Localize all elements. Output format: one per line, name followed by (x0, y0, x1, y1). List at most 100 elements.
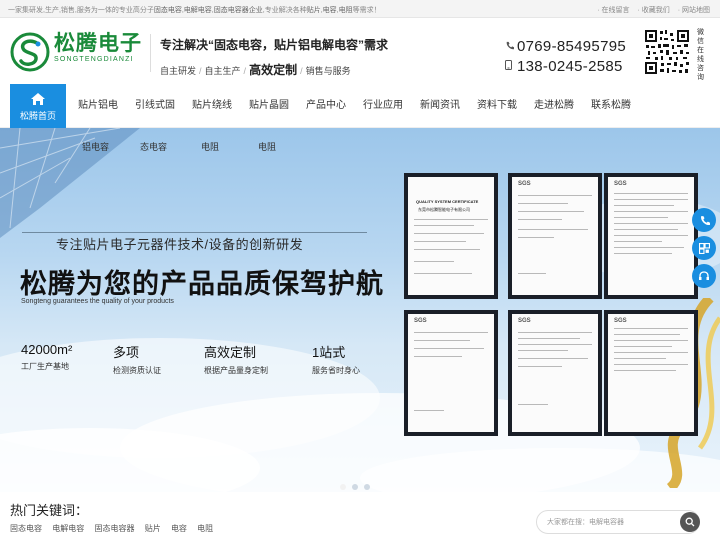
header-divider (150, 34, 151, 72)
subnav-item[interactable]: 电阻 (258, 140, 276, 153)
intro-keyword-link[interactable]: 电解电容 (184, 7, 212, 14)
sitemap-link[interactable]: · 网站地图 (678, 7, 710, 14)
search-icon (685, 517, 695, 527)
certificate-card[interactable]: SGS (508, 173, 602, 299)
keyword-link[interactable]: 贴片 (145, 524, 161, 533)
feature-separator: / (199, 66, 202, 76)
logo-mark-icon (10, 32, 50, 72)
nav-contact[interactable]: 联系松腾 (591, 84, 631, 128)
subnav-item[interactable]: 态电容 (140, 140, 167, 153)
stat-label: 检测资质认证 (113, 366, 161, 375)
phone-icon (700, 215, 710, 225)
hero-english: Songteng guarantees the quality of your … (21, 298, 174, 305)
intro-keyword-link[interactable]: 电容 (323, 7, 337, 14)
stat-one-stop: 1站式 服务省时身心 (312, 342, 360, 376)
cert-header: SGS (614, 181, 627, 187)
side-phone-button[interactable] (692, 208, 716, 232)
site-header: 松腾电子 SONGTENGDIANZI 专注解决“固态电容，贴片铝电解电容”需求… (0, 18, 720, 84)
cert-header: SGS (614, 318, 627, 324)
keyword-link[interactable]: 固态电容器 (94, 524, 134, 533)
hero-subtitle: 专注贴片电子元器件技术/设备的创新研发 (56, 237, 304, 252)
feature-separator: / (300, 66, 303, 76)
nav-home-label: 松腾首页 (19, 111, 56, 121)
intro-keyword-link[interactable]: 固态电容器企业 (214, 7, 263, 14)
certificate-card[interactable]: SGS (604, 310, 698, 436)
hot-keywords-bar: 热门关键词： 固态电容 电解电容 固态电容器 贴片 电容 电阻 (0, 492, 720, 540)
hot-keywords-title: 热门关键词： (10, 503, 89, 518)
stat-value: 1站式 (312, 345, 346, 360)
nav-about[interactable]: 走进松腾 (534, 84, 574, 128)
subnav-item[interactable]: 铝电容 (82, 140, 109, 153)
top-links: · 在线留言 · 收藏我们 · 网站地图 (591, 5, 710, 15)
keyword-link[interactable]: 电容 (171, 524, 187, 533)
hero-divider (22, 232, 367, 233)
logo[interactable]: 松腾电子 SONGTENGDIANZI (10, 32, 142, 72)
cert-header: SGS (414, 318, 427, 324)
certificate-gallery: QUALITY SYSTEM CERTIFICATE 东莞市松腾智能电子有限公司… (404, 173, 714, 437)
nav-smd-winding[interactable]: 贴片绕线 (192, 84, 232, 128)
carousel-dot[interactable] (340, 484, 346, 490)
certificate-card[interactable]: SGS (404, 310, 498, 436)
phone-icon (505, 41, 517, 52)
carousel-dot[interactable] (364, 484, 370, 490)
feature-rd: 自主研发 (160, 66, 197, 76)
leave-message-link[interactable]: · 在线留言 (597, 7, 629, 14)
mobile-icon (505, 60, 517, 72)
intro-keyword-link[interactable]: 固态电容 (154, 7, 182, 14)
intro-keyword-link[interactable]: 电阻 (339, 7, 353, 14)
phone-row[interactable]: 0769-85495795 (505, 36, 626, 56)
slogan-main: 专注解决“固态电容，贴片铝电解电容”需求 (160, 38, 389, 52)
stat-label: 工厂生产基地 (21, 362, 69, 371)
slogan-features: 自主研发 / 自主生产 / 高效定制 / 销售与服务 (160, 61, 388, 78)
stat-label: 根据产品量身定制 (204, 366, 268, 375)
carousel-dots (340, 484, 370, 490)
nav-news[interactable]: 新闻资讯 (420, 84, 460, 128)
headset-icon (699, 270, 709, 280)
feature-production: 自主生产 (204, 66, 241, 76)
logo-english: SONGTENGDIANZI (54, 56, 134, 63)
cert-header: SGS (518, 181, 531, 187)
feature-separator: / (243, 66, 247, 76)
stat-custom: 高效定制 根据产品量身定制 (204, 342, 268, 376)
phone-number: 0769-85495795 (517, 37, 627, 55)
cert-title: QUALITY SYSTEM CERTIFICATE (416, 199, 479, 204)
intro-text: 等需求！ (352, 7, 381, 14)
keyword-link[interactable]: 电阻 (197, 524, 213, 533)
stat-certifications: 多项 检测资质认证 (113, 342, 161, 376)
search-box (536, 510, 700, 534)
search-button[interactable] (680, 512, 700, 532)
certificate-card[interactable]: SGS (508, 310, 602, 436)
nav-home[interactable]: 松腾首页 (10, 84, 66, 128)
logo-name: 松腾电子 (54, 32, 142, 55)
hero-title: 松腾为您的产品品质保驾护航 (20, 269, 384, 299)
mobile-number: 138-0245-2585 (517, 57, 623, 75)
carousel-dot[interactable] (352, 484, 358, 490)
certificate-card[interactable]: QUALITY SYSTEM CERTIFICATE 东莞市松腾智能电子有限公司 (404, 173, 498, 299)
intro-keyword-link[interactable]: 贴片 (307, 7, 321, 14)
feature-custom: 高效定制 (249, 63, 298, 77)
bookmark-link[interactable]: · 收藏我们 (637, 7, 669, 14)
nav-smd-wafer[interactable]: 贴片晶圆 (249, 84, 289, 128)
mobile-row[interactable]: 138-0245-2585 (505, 56, 626, 76)
certificate-card[interactable]: SGS (604, 173, 698, 299)
cert-company: 东莞市松腾智能电子有限公司 (418, 207, 470, 212)
intro-text: 一家集研发,生产,销售,服务为一体的专业高分子 (8, 7, 154, 14)
header-slogan: 专注解决“固态电容，贴片铝电解电容”需求 自主研发 / 自主生产 / 高效定制 / 销售与服… (160, 36, 388, 78)
nav-downloads[interactable]: 资料下载 (477, 84, 517, 128)
subnav-item[interactable]: 电阻 (201, 140, 219, 153)
side-qr-button[interactable] (692, 236, 716, 260)
nav-smd-aluminum[interactable]: 贴片铝电 (78, 84, 118, 128)
stat-value: 多项 (113, 345, 140, 360)
search-input[interactable] (547, 515, 667, 529)
keyword-link[interactable]: 电解电容 (52, 524, 84, 533)
main-nav: 松腾首页 贴片铝电 引线式固 贴片绕线 贴片晶圆 产品中心 行业应用 新闻资讯 … (0, 84, 720, 128)
keyword-link[interactable]: 固态电容 (10, 524, 42, 533)
nav-products[interactable]: 产品中心 (306, 84, 346, 128)
qr-icon (698, 242, 710, 254)
side-toolbar (692, 208, 716, 292)
nav-lead-solid[interactable]: 引线式固 (135, 84, 175, 128)
side-service-button[interactable] (692, 264, 716, 288)
nav-applications[interactable]: 行业应用 (363, 84, 403, 128)
qr-label: 微信在线咨询 (697, 29, 704, 81)
company-intro: 一家集研发,生产,销售,服务为一体的专业高分子固态电容,电解电容,固态电容器企业… (8, 5, 381, 15)
